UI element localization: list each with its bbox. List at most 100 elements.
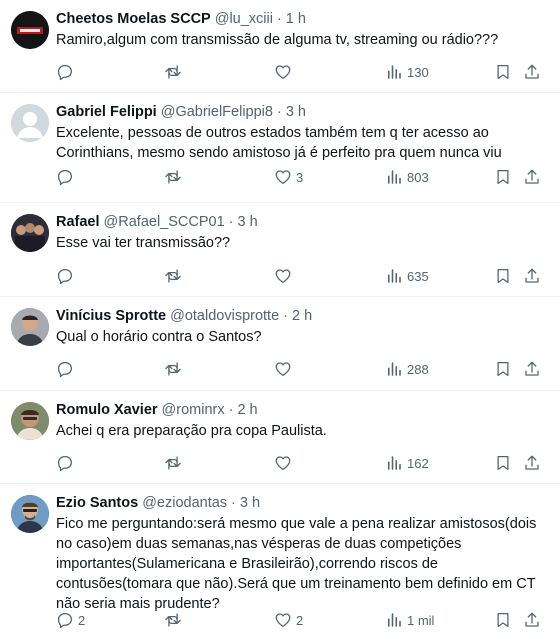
display-name[interactable]: Romulo Xavier <box>56 400 158 420</box>
tweet-text: Qual o horário contra o Santos? <box>56 329 262 345</box>
reply-button[interactable]: 2 <box>56 610 85 630</box>
tweet-text: Ramiro,algum com transmissão de alguma t… <box>56 32 499 48</box>
tweet-text: Achei q era preparação pra copa Paulista… <box>56 423 327 439</box>
bookmark-button[interactable] <box>494 453 512 473</box>
share-button[interactable] <box>523 167 541 187</box>
timestamp[interactable]: 3 h <box>240 493 260 513</box>
retweet-icon <box>165 362 181 376</box>
user-handle[interactable]: @rominrx <box>162 400 225 420</box>
reply-icon <box>57 268 73 285</box>
user-handle[interactable]: @Rafael_SCCP01 <box>104 212 225 232</box>
retweet-button[interactable] <box>164 610 186 630</box>
timestamp[interactable]: 2 h <box>237 400 257 420</box>
views-button[interactable]: 635 <box>385 266 429 286</box>
retweet-button[interactable] <box>164 167 186 187</box>
tweet[interactable]: Cheetos Moelas SCCP @lu_xciii · 1 h Rami… <box>0 0 560 93</box>
display-name[interactable]: Cheetos Moelas SCCP <box>56 9 211 29</box>
bookmark-button[interactable] <box>494 266 512 286</box>
share-icon <box>525 268 539 283</box>
tweet[interactable]: Gabriel Felippi @GabrielFelippi8 · 3 h E… <box>0 93 560 203</box>
bookmark-icon <box>497 612 509 628</box>
user-handle[interactable]: @lu_xciii <box>215 9 273 29</box>
views-icon <box>387 362 401 376</box>
views-button[interactable]: 1 mil <box>385 610 434 630</box>
retweet-button[interactable] <box>164 62 186 82</box>
display-name[interactable]: Vinícius Sprotte <box>56 306 166 326</box>
avatar[interactable] <box>11 495 49 533</box>
share-icon <box>525 455 539 470</box>
share-icon <box>525 64 539 79</box>
avatar[interactable] <box>11 214 49 252</box>
timestamp[interactable]: 2 h <box>292 306 312 326</box>
retweet-button[interactable] <box>164 359 186 379</box>
display-name[interactable]: Gabriel Felippi <box>56 102 157 122</box>
retweet-button[interactable] <box>164 453 186 473</box>
reply-button[interactable] <box>56 359 78 379</box>
views-icon <box>387 170 401 184</box>
display-name[interactable]: Ezio Santos <box>56 493 138 513</box>
like-button[interactable] <box>274 453 296 473</box>
display-name[interactable]: Rafael <box>56 212 100 232</box>
tweet[interactable]: Ezio Santos @eziodantas · 3 h Fico me pe… <box>0 484 560 641</box>
tweet[interactable]: Vinícius Sprotte @otaldovisprotte · 2 h … <box>0 297 560 391</box>
share-icon <box>525 612 539 627</box>
separator-dot: · <box>228 214 234 230</box>
avatar[interactable] <box>11 308 49 346</box>
like-button[interactable] <box>274 359 296 379</box>
reply-button[interactable] <box>56 167 78 187</box>
retweet-icon <box>165 65 181 79</box>
tweet[interactable]: Romulo Xavier @rominrx · 2 h Achei q era… <box>0 391 560 484</box>
bookmark-button[interactable] <box>494 167 512 187</box>
avatar[interactable] <box>11 104 49 142</box>
views-button[interactable]: 162 <box>385 453 429 473</box>
retweet-icon <box>165 170 181 184</box>
views-icon <box>387 269 401 283</box>
tweet-content: Gabriel Felippi @GabrielFelippi8 · 3 h E… <box>56 102 546 163</box>
bookmark-button[interactable] <box>494 610 512 630</box>
reply-icon <box>57 64 73 81</box>
like-button[interactable]: 2 <box>274 610 303 630</box>
views-button[interactable]: 288 <box>385 359 429 379</box>
separator-dot: · <box>228 402 234 418</box>
action-bar: 288 <box>56 359 546 379</box>
reply-icon <box>57 612 73 629</box>
action-bar: 3 803 <box>56 167 546 187</box>
retweet-button[interactable] <box>164 266 186 286</box>
timestamp[interactable]: 3 h <box>238 212 258 232</box>
views-button[interactable]: 803 <box>385 167 429 187</box>
separator-dot: · <box>231 495 236 511</box>
user-handle[interactable]: @GabrielFelippi8 <box>161 102 273 122</box>
avatar[interactable] <box>11 11 49 49</box>
heart-icon <box>275 170 291 185</box>
heart-icon <box>275 269 291 284</box>
retweet-icon <box>165 456 181 470</box>
user-handle[interactable]: @otaldovisprotte <box>170 306 279 326</box>
share-button[interactable] <box>523 266 541 286</box>
share-button[interactable] <box>523 453 541 473</box>
bookmark-button[interactable] <box>494 359 512 379</box>
reply-button[interactable] <box>56 453 78 473</box>
like-button[interactable] <box>274 62 296 82</box>
reply-button[interactable] <box>56 62 78 82</box>
heart-icon <box>275 456 291 471</box>
reply-button[interactable] <box>56 266 78 286</box>
share-button[interactable] <box>523 359 541 379</box>
share-button[interactable] <box>523 62 541 82</box>
like-button[interactable] <box>274 266 296 286</box>
reply-icon <box>57 361 73 378</box>
views-icon <box>387 456 401 470</box>
heart-icon <box>275 613 291 628</box>
like-button[interactable]: 3 <box>274 167 303 187</box>
bookmark-icon <box>497 268 509 284</box>
share-button[interactable] <box>523 610 541 630</box>
tweet[interactable]: Rafael @Rafael_SCCP01 · 3 h Esse vai ter… <box>0 203 560 297</box>
reply-icon <box>57 455 73 472</box>
timestamp[interactable]: 3 h <box>286 102 306 122</box>
avatar[interactable] <box>11 402 49 440</box>
tweet-text: Esse vai ter transmissão?? <box>56 235 231 251</box>
user-handle[interactable]: @eziodantas <box>142 493 227 513</box>
timestamp[interactable]: 1 h <box>286 9 306 29</box>
bookmark-button[interactable] <box>494 62 512 82</box>
tweet-content: Vinícius Sprotte @otaldovisprotte · 2 h … <box>56 306 546 347</box>
views-button[interactable]: 130 <box>385 62 429 82</box>
